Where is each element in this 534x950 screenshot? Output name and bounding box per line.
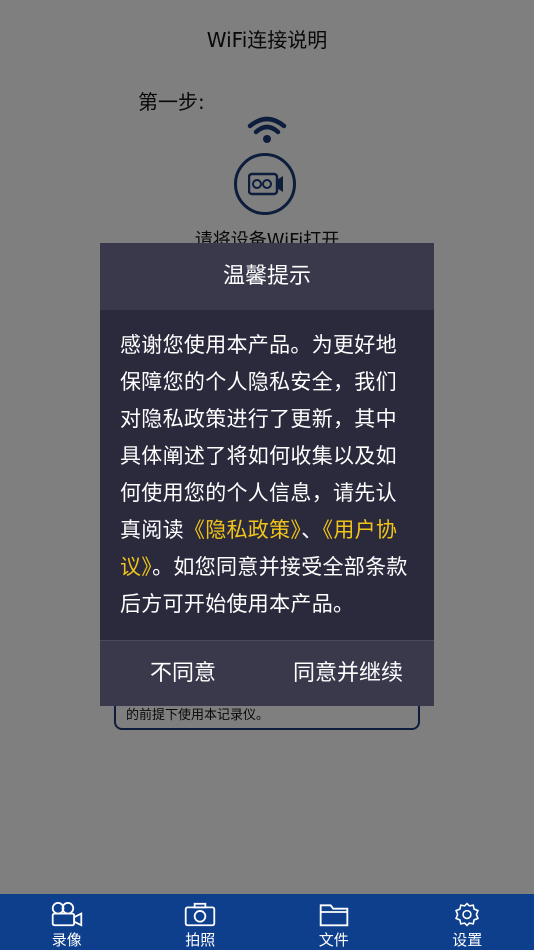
tab-files-label: 文件 <box>318 931 349 949</box>
tab-record-label: 录像 <box>51 931 82 949</box>
disagree-button[interactable]: 不同意 <box>150 641 216 707</box>
dialog-footer: 不同意 同意并继续 <box>100 640 434 706</box>
dialog-message-part1: 感谢您使用本产品。为更好地保障您的个人隐私安全，我们对隐私政策进行了更新，其中具… <box>120 333 397 542</box>
tab-photo[interactable]: 拍照 <box>134 894 268 950</box>
bottom-tab-bar: 录像 拍照 文件 设置 <box>0 894 534 950</box>
video-camera-icon <box>51 902 82 927</box>
tab-photo-label: 拍照 <box>185 931 216 949</box>
tab-settings-label: 设置 <box>452 931 483 949</box>
folder-icon <box>319 904 348 927</box>
camera-icon <box>185 902 216 927</box>
tab-files[interactable]: 文件 <box>267 894 401 950</box>
privacy-policy-link[interactable]: 《隐私政策》 <box>184 518 301 542</box>
tab-settings[interactable]: 设置 <box>401 894 534 950</box>
agree-continue-button[interactable]: 同意并继续 <box>293 641 403 707</box>
privacy-dialog: 温馨提示 感谢您使用本产品。为更好地保障您的个人隐私安全，我们对隐私政策进行了更… <box>100 243 434 706</box>
dialog-message-part2: 。如您同意并接受全部条款后方可开始使用本产品。 <box>120 555 408 616</box>
gear-icon <box>455 902 480 927</box>
dialog-title: 温馨提示 <box>100 243 434 310</box>
tab-record[interactable]: 录像 <box>0 894 134 950</box>
dialog-message: 感谢您使用本产品。为更好地保障您的个人隐私安全，我们对隐私政策进行了更新，其中具… <box>120 327 416 623</box>
link-separator: 、 <box>301 518 323 542</box>
